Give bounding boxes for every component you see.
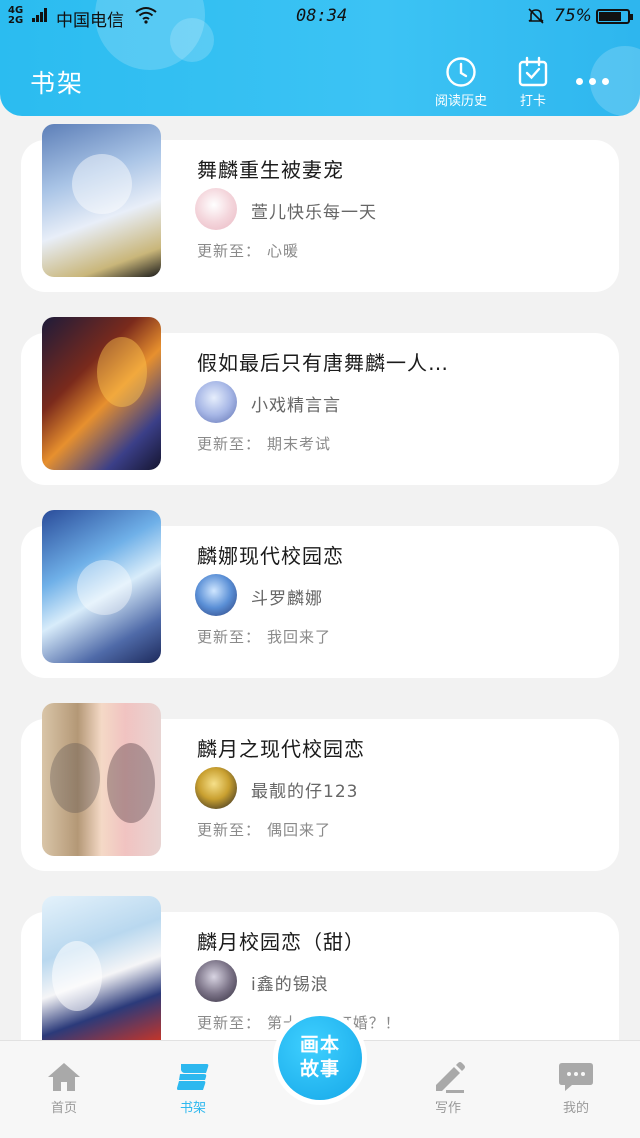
nav-home[interactable]: 首页 bbox=[24, 1061, 104, 1116]
avatar bbox=[195, 767, 237, 809]
avatar bbox=[195, 960, 237, 1002]
author-name: i鑫的锡浪 bbox=[251, 975, 329, 995]
avatar bbox=[195, 381, 237, 423]
update-prefix: 更新至： bbox=[197, 1014, 262, 1032]
update-status: 更新至： 期末考试 bbox=[197, 433, 331, 454]
avatar bbox=[195, 574, 237, 616]
reading-history-button[interactable]: 阅读历史 bbox=[426, 56, 496, 109]
picture-story-button[interactable]: 画本 故事 bbox=[273, 1011, 367, 1105]
update-chapter: 我回来了 bbox=[267, 628, 332, 646]
nav-bookshelf[interactable]: 书架 bbox=[153, 1061, 233, 1116]
avatar bbox=[195, 188, 237, 230]
status-bar: 4G 2G 中国电信 08:34 75% bbox=[0, 0, 640, 34]
battery-percent: 75% bbox=[554, 6, 592, 26]
picture-story-label: 画本 故事 bbox=[278, 1016, 362, 1100]
update-prefix: 更新至： bbox=[197, 628, 262, 646]
book-cover[interactable] bbox=[42, 510, 161, 663]
update-prefix: 更新至： bbox=[197, 435, 262, 453]
update-chapter: 期末考试 bbox=[267, 435, 332, 453]
calendar-check-icon bbox=[518, 56, 548, 87]
top-header: 4G 2G 中国电信 08:34 75% 书架 阅读历史 打卡 bbox=[0, 0, 640, 116]
home-icon bbox=[48, 1063, 80, 1091]
clock-icon bbox=[446, 57, 476, 87]
nav-write-label: 写作 bbox=[434, 1101, 461, 1116]
update-chapter: 心暖 bbox=[267, 242, 300, 260]
book-title: 舞麟重生被妻宠 bbox=[197, 158, 344, 182]
nav-bookshelf-label: 书架 bbox=[179, 1101, 206, 1116]
update-prefix: 更新至： bbox=[197, 242, 262, 260]
pencil-icon bbox=[436, 1062, 465, 1093]
update-status: 更新至： 心暖 bbox=[197, 240, 299, 261]
more-menu-icon[interactable] bbox=[572, 70, 612, 90]
author-name: 小戏精言言 bbox=[251, 396, 341, 416]
nav-home-label: 首页 bbox=[50, 1101, 77, 1116]
network-type: 4G 2G bbox=[8, 5, 24, 26]
book-title: 麟月之现代校园恋 bbox=[197, 737, 365, 761]
book-cover[interactable] bbox=[42, 703, 161, 856]
book-title: 麟娜现代校园恋 bbox=[197, 544, 344, 568]
nav-mine-label: 我的 bbox=[562, 1101, 589, 1116]
battery-icon bbox=[596, 9, 633, 24]
author-name: 斗罗麟娜 bbox=[251, 589, 323, 609]
book-title: 假如最后只有唐舞麟一人… bbox=[197, 351, 449, 375]
signal-icon bbox=[32, 8, 48, 22]
bell-muted-icon bbox=[526, 6, 546, 31]
author-name: 最靓的仔123 bbox=[251, 782, 359, 802]
chat-bubble-icon bbox=[559, 1063, 593, 1091]
page-title: 书架 bbox=[30, 69, 85, 98]
center-label-line1: 画本 bbox=[299, 1034, 340, 1056]
center-label-line2: 故事 bbox=[299, 1058, 340, 1080]
bookshelf-s-icon bbox=[177, 1064, 209, 1090]
book-title: 麟月校园恋（甜） bbox=[197, 930, 365, 954]
check-in-button[interactable]: 打卡 bbox=[498, 56, 568, 109]
update-prefix: 更新至： bbox=[197, 821, 262, 839]
update-chapter: 偶回来了 bbox=[267, 821, 332, 839]
bookshelf-list[interactable]: 舞麟重生被妻宠 萱儿快乐每一天 更新至： 心暖 假如最后只有唐舞麟一人… 小戏精言… bbox=[0, 116, 640, 1040]
nav-write[interactable]: 写作 bbox=[408, 1061, 488, 1116]
update-status: 更新至： 偶回来了 bbox=[197, 819, 331, 840]
wifi-icon bbox=[135, 6, 157, 29]
book-cover[interactable] bbox=[42, 124, 161, 277]
book-cover[interactable] bbox=[42, 317, 161, 470]
clock: 08:34 bbox=[296, 6, 348, 26]
nav-mine[interactable]: 我的 bbox=[536, 1061, 616, 1116]
check-in-label: 打卡 bbox=[519, 94, 546, 109]
book-cover[interactable] bbox=[42, 896, 161, 1040]
carrier-name: 中国电信 bbox=[56, 11, 124, 31]
update-status: 更新至： 我回来了 bbox=[197, 626, 331, 647]
reading-history-label: 阅读历史 bbox=[434, 94, 487, 109]
author-name: 萱儿快乐每一天 bbox=[251, 203, 377, 223]
